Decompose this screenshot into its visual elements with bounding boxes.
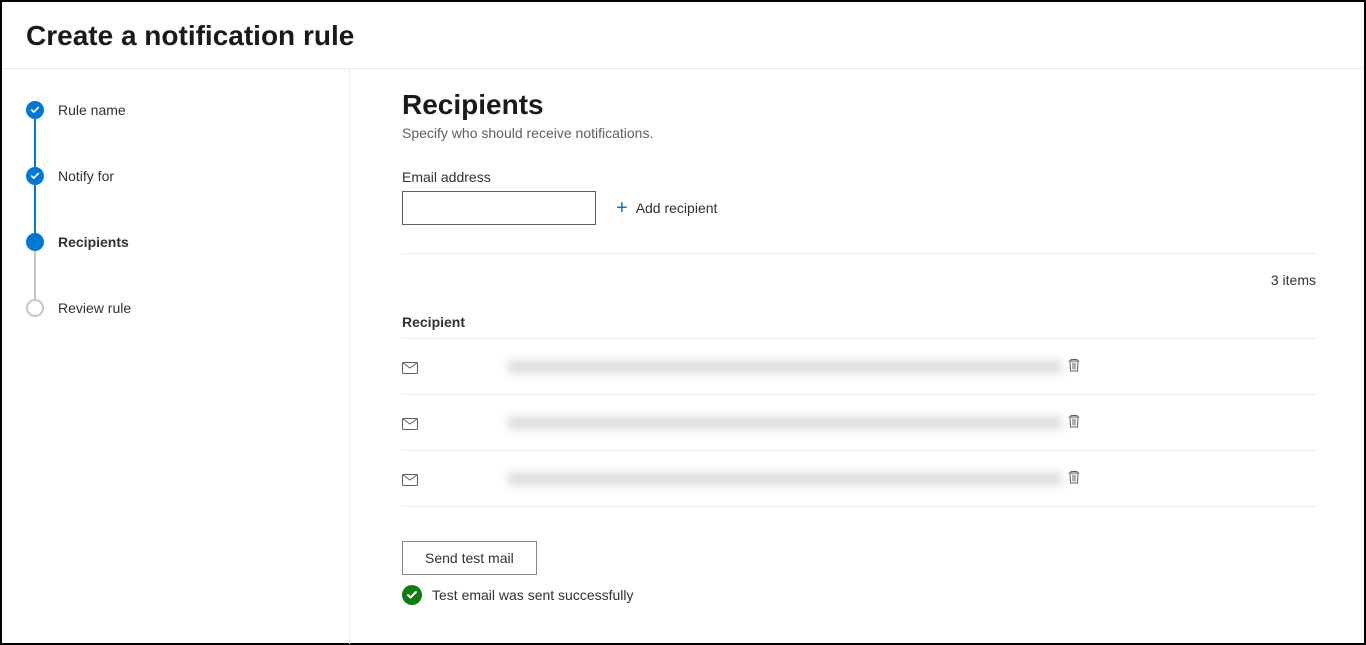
status-message-row: Test email was sent successfully	[402, 585, 1316, 605]
recipient-email	[508, 472, 1062, 486]
add-recipient-button[interactable]: + Add recipient	[616, 198, 717, 218]
send-test-mail-button[interactable]: Send test mail	[402, 541, 537, 575]
wizard-steps: Rule name Notify for Recipients Review r…	[26, 101, 325, 317]
step-connector	[34, 185, 36, 233]
mail-icon	[402, 361, 418, 373]
checkmark-icon	[26, 167, 44, 185]
step-label: Notify for	[58, 168, 114, 184]
step-recipients[interactable]: Recipients	[26, 233, 325, 299]
email-input[interactable]	[402, 191, 596, 225]
step-label: Recipients	[58, 234, 129, 250]
step-label: Review rule	[58, 300, 131, 316]
delete-recipient-button[interactable]	[1062, 409, 1086, 436]
add-recipient-label: Add recipient	[636, 200, 718, 216]
wizard-sidebar: Rule name Notify for Recipients Review r…	[2, 69, 350, 644]
page-body: Rule name Notify for Recipients Review r…	[2, 69, 1364, 644]
mail-icon	[402, 473, 418, 485]
trash-icon	[1066, 357, 1082, 373]
items-count: 3 items	[402, 272, 1316, 288]
email-input-row: + Add recipient	[402, 191, 1316, 225]
table-row	[402, 451, 1316, 507]
delete-recipient-button[interactable]	[1062, 465, 1086, 492]
step-label: Rule name	[58, 102, 126, 118]
table-header-recipient: Recipient	[402, 306, 1316, 339]
step-connector	[34, 119, 36, 167]
plus-icon: +	[616, 198, 628, 218]
trash-icon	[1066, 413, 1082, 429]
mail-icon	[402, 417, 418, 429]
upcoming-step-icon	[26, 299, 44, 317]
status-text: Test email was sent successfully	[432, 587, 634, 603]
section-heading: Recipients	[402, 89, 1316, 121]
step-connector	[34, 251, 36, 299]
table-row	[402, 395, 1316, 451]
email-label: Email address	[402, 169, 1316, 185]
page-header: Create a notification rule	[2, 2, 1364, 69]
page-title: Create a notification rule	[26, 20, 1340, 52]
step-review-rule[interactable]: Review rule	[26, 299, 325, 317]
main-content: Recipients Specify who should receive no…	[350, 69, 1364, 644]
delete-recipient-button[interactable]	[1062, 353, 1086, 380]
current-step-icon	[26, 233, 44, 251]
success-icon	[402, 585, 422, 605]
checkmark-icon	[26, 101, 44, 119]
step-rule-name[interactable]: Rule name	[26, 101, 325, 167]
trash-icon	[1066, 469, 1082, 485]
section-divider	[402, 253, 1316, 254]
recipient-email	[508, 416, 1062, 430]
recipient-email	[508, 360, 1062, 374]
section-subtitle: Specify who should receive notifications…	[402, 125, 1316, 141]
step-notify-for[interactable]: Notify for	[26, 167, 325, 233]
table-row	[402, 339, 1316, 395]
